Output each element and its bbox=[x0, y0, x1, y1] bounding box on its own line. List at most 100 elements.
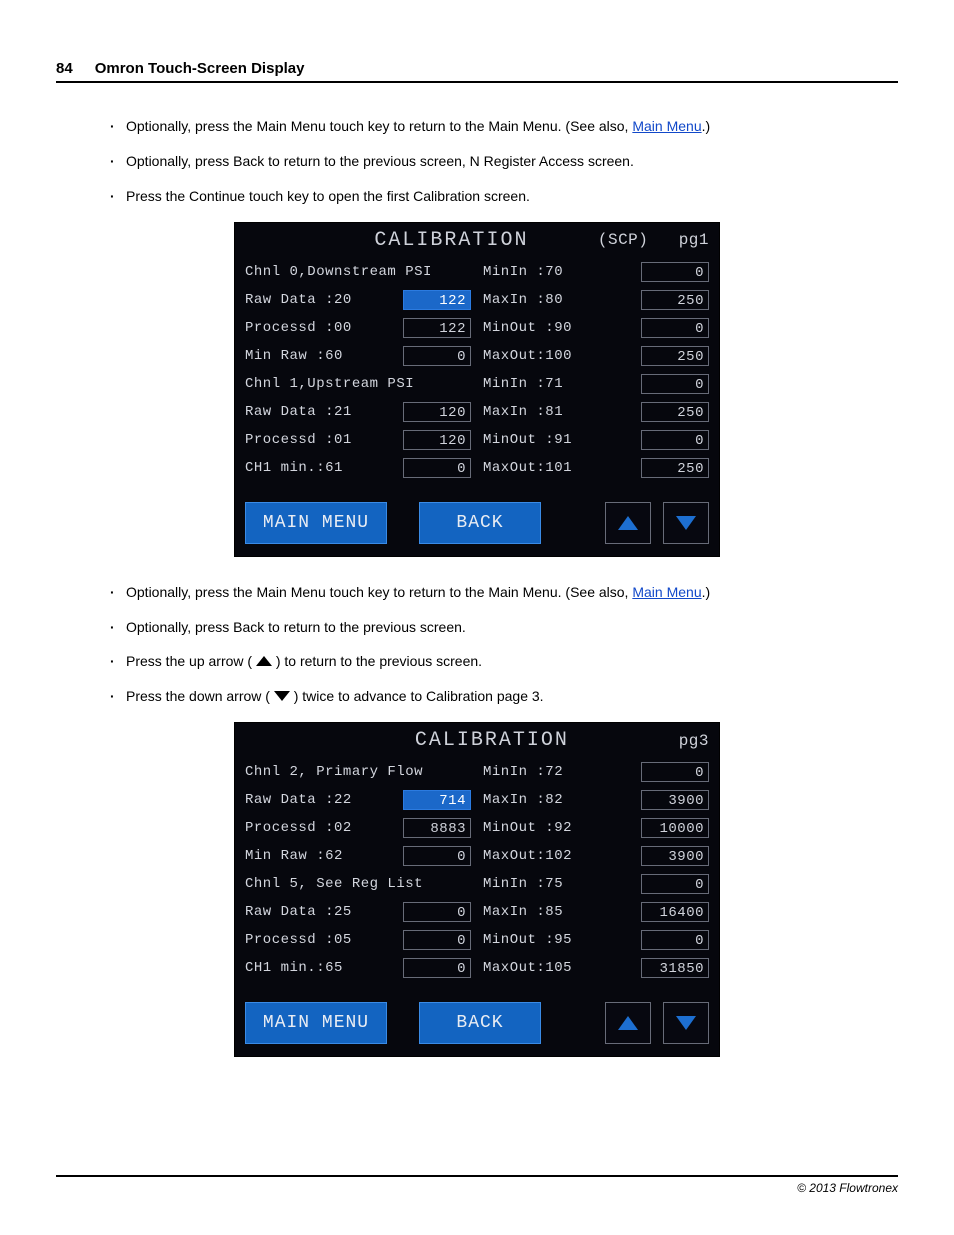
field-value[interactable]: 0 bbox=[403, 958, 471, 978]
bullet-text: Optionally, press the Main Menu touch ke… bbox=[126, 118, 632, 134]
bullet-text: Press the Continue touch key to open the… bbox=[126, 188, 530, 204]
field-value[interactable]: 120 bbox=[403, 402, 471, 422]
data-row: MaxOut:101 250 bbox=[483, 454, 709, 482]
field-label: CH1 min.:61 bbox=[245, 460, 343, 476]
field-value[interactable]: 16400 bbox=[641, 902, 709, 922]
field-label: MinIn :75 bbox=[483, 876, 563, 892]
bullet-text: ) to return to the previous screen. bbox=[272, 653, 482, 669]
field-value[interactable]: 10000 bbox=[641, 818, 709, 838]
field-value[interactable]: 0 bbox=[641, 874, 709, 894]
back-button[interactable]: BACK bbox=[419, 502, 541, 544]
data-row: Chnl 1,Upstream PSI bbox=[245, 370, 471, 398]
bullet-text: Optionally, press Back to return to the … bbox=[126, 619, 466, 635]
data-row: MaxOut:100250 bbox=[483, 342, 709, 370]
bullet-text: .) bbox=[702, 584, 711, 600]
field-label: MinOut :92 bbox=[483, 820, 572, 836]
bullet-text: Optionally, press Back to return to the … bbox=[126, 153, 634, 169]
field-value[interactable]: 8883 bbox=[403, 818, 471, 838]
field-label: Chnl 5, See Reg List bbox=[245, 876, 423, 892]
data-row: MaxIn :823900 bbox=[483, 786, 709, 814]
data-row: MaxIn :81250 bbox=[483, 398, 709, 426]
field-value[interactable]: 0 bbox=[641, 262, 709, 282]
field-value[interactable]: 250 bbox=[641, 346, 709, 366]
data-row: Chnl 5, See Reg List bbox=[245, 870, 471, 898]
bullet-text: Press the down arrow ( bbox=[126, 688, 274, 704]
field-value[interactable]: 0 bbox=[641, 374, 709, 394]
field-value[interactable]: 714 bbox=[403, 790, 471, 810]
field-value[interactable]: 0 bbox=[403, 902, 471, 922]
data-row: MinIn :700 bbox=[483, 258, 709, 286]
screen-title: CALIBRATION bbox=[305, 729, 679, 752]
down-arrow-icon bbox=[274, 691, 290, 701]
data-row: MinIn :71 0 bbox=[483, 370, 709, 398]
field-value[interactable]: 0 bbox=[403, 346, 471, 366]
field-label: MaxOut:101 bbox=[483, 460, 572, 476]
field-value[interactable]: 3900 bbox=[641, 790, 709, 810]
data-row: MinOut :90 0 bbox=[483, 314, 709, 342]
screen-page-indicator: (SCP) pg1 bbox=[598, 231, 709, 249]
field-label: MinIn :72 bbox=[483, 764, 563, 780]
calibration-screen-pg1: CALIBRATION(SCP) pg1Chnl 0,Downstream PS… bbox=[234, 222, 720, 557]
page-down-button[interactable] bbox=[663, 502, 709, 544]
page-header: 84 Omron Touch-Screen Display bbox=[56, 60, 898, 83]
data-row: Min Raw :600 bbox=[245, 342, 471, 370]
field-label: MaxOut:105 bbox=[483, 960, 572, 976]
data-row: MinIn :72 0 bbox=[483, 758, 709, 786]
data-row: Raw Data :21 120 bbox=[245, 398, 471, 426]
main-menu-button[interactable]: MAIN MENU bbox=[245, 1002, 387, 1044]
data-row: Processd :05 0 bbox=[245, 926, 471, 954]
field-value[interactable]: 250 bbox=[641, 290, 709, 310]
field-label: Raw Data :21 bbox=[245, 404, 352, 420]
page-down-button[interactable] bbox=[663, 1002, 709, 1044]
field-value[interactable]: 0 bbox=[641, 318, 709, 338]
field-value[interactable]: 31850 bbox=[641, 958, 709, 978]
field-label: Processd :05 bbox=[245, 932, 352, 948]
field-label: MaxIn :80 bbox=[483, 292, 563, 308]
field-label: MinIn :71 bbox=[483, 376, 563, 392]
field-value[interactable]: 0 bbox=[641, 430, 709, 450]
data-row: Raw Data :20 122 bbox=[245, 286, 471, 314]
field-value[interactable]: 120 bbox=[403, 430, 471, 450]
field-label: Raw Data :20 bbox=[245, 292, 352, 308]
field-label: MinOut :90 bbox=[483, 320, 572, 336]
up-arrow-icon bbox=[618, 1016, 638, 1030]
field-value[interactable]: 122 bbox=[403, 290, 471, 310]
data-row: CH1 min.:650 bbox=[245, 954, 471, 982]
footer-copyright: © 2013 Flowtronex bbox=[56, 1175, 898, 1195]
copyright-text: © 2013 Flowtronex bbox=[797, 1181, 898, 1195]
data-row: MaxOut:102 3900 bbox=[483, 842, 709, 870]
bullet-text: ) twice to advance to Calibration page 3… bbox=[290, 688, 544, 704]
field-value[interactable]: 0 bbox=[403, 930, 471, 950]
field-label: Processd :02 bbox=[245, 820, 352, 836]
field-value[interactable]: 0 bbox=[641, 930, 709, 950]
link-main-menu[interactable]: Main Menu bbox=[632, 584, 701, 600]
field-value[interactable]: 250 bbox=[641, 458, 709, 478]
field-value[interactable]: 0 bbox=[403, 846, 471, 866]
data-row: Processd :02 8883 bbox=[245, 814, 471, 842]
main-menu-button[interactable]: MAIN MENU bbox=[245, 502, 387, 544]
data-row: MinOut :95 0 bbox=[483, 926, 709, 954]
field-label: MaxOut:102 bbox=[483, 848, 572, 864]
back-button[interactable]: BACK bbox=[419, 1002, 541, 1044]
data-row: Chnl 0,Downstream PSI bbox=[245, 258, 471, 286]
field-label: Raw Data :25 bbox=[245, 904, 352, 920]
page-up-button[interactable] bbox=[605, 502, 651, 544]
field-label: MinOut :95 bbox=[483, 932, 572, 948]
calibration-screen-pg3: CALIBRATIONpg3Chnl 2, Primary FlowRaw Da… bbox=[234, 722, 720, 1057]
link-main-menu[interactable]: Main Menu bbox=[632, 118, 701, 134]
bullet-list-top: Optionally, press the Main Menu touch ke… bbox=[56, 117, 898, 206]
bullet-text: Press the up arrow ( bbox=[126, 653, 256, 669]
field-label: Chnl 0,Downstream PSI bbox=[245, 264, 432, 280]
field-value[interactable]: 122 bbox=[403, 318, 471, 338]
field-value[interactable]: 0 bbox=[403, 458, 471, 478]
data-row: Raw Data :25 0 bbox=[245, 898, 471, 926]
field-value[interactable]: 0 bbox=[641, 762, 709, 782]
bullet-text: Optionally, press the Main Menu touch ke… bbox=[126, 584, 632, 600]
field-value[interactable]: 250 bbox=[641, 402, 709, 422]
screen-page-indicator: pg3 bbox=[679, 732, 709, 750]
bullet-list-bottom: Optionally, press the Main Menu touch ke… bbox=[56, 583, 898, 707]
page-up-button[interactable] bbox=[605, 1002, 651, 1044]
data-row: Min Raw :620 bbox=[245, 842, 471, 870]
field-value[interactable]: 3900 bbox=[641, 846, 709, 866]
data-row: CH1 min.:61 0 bbox=[245, 454, 471, 482]
